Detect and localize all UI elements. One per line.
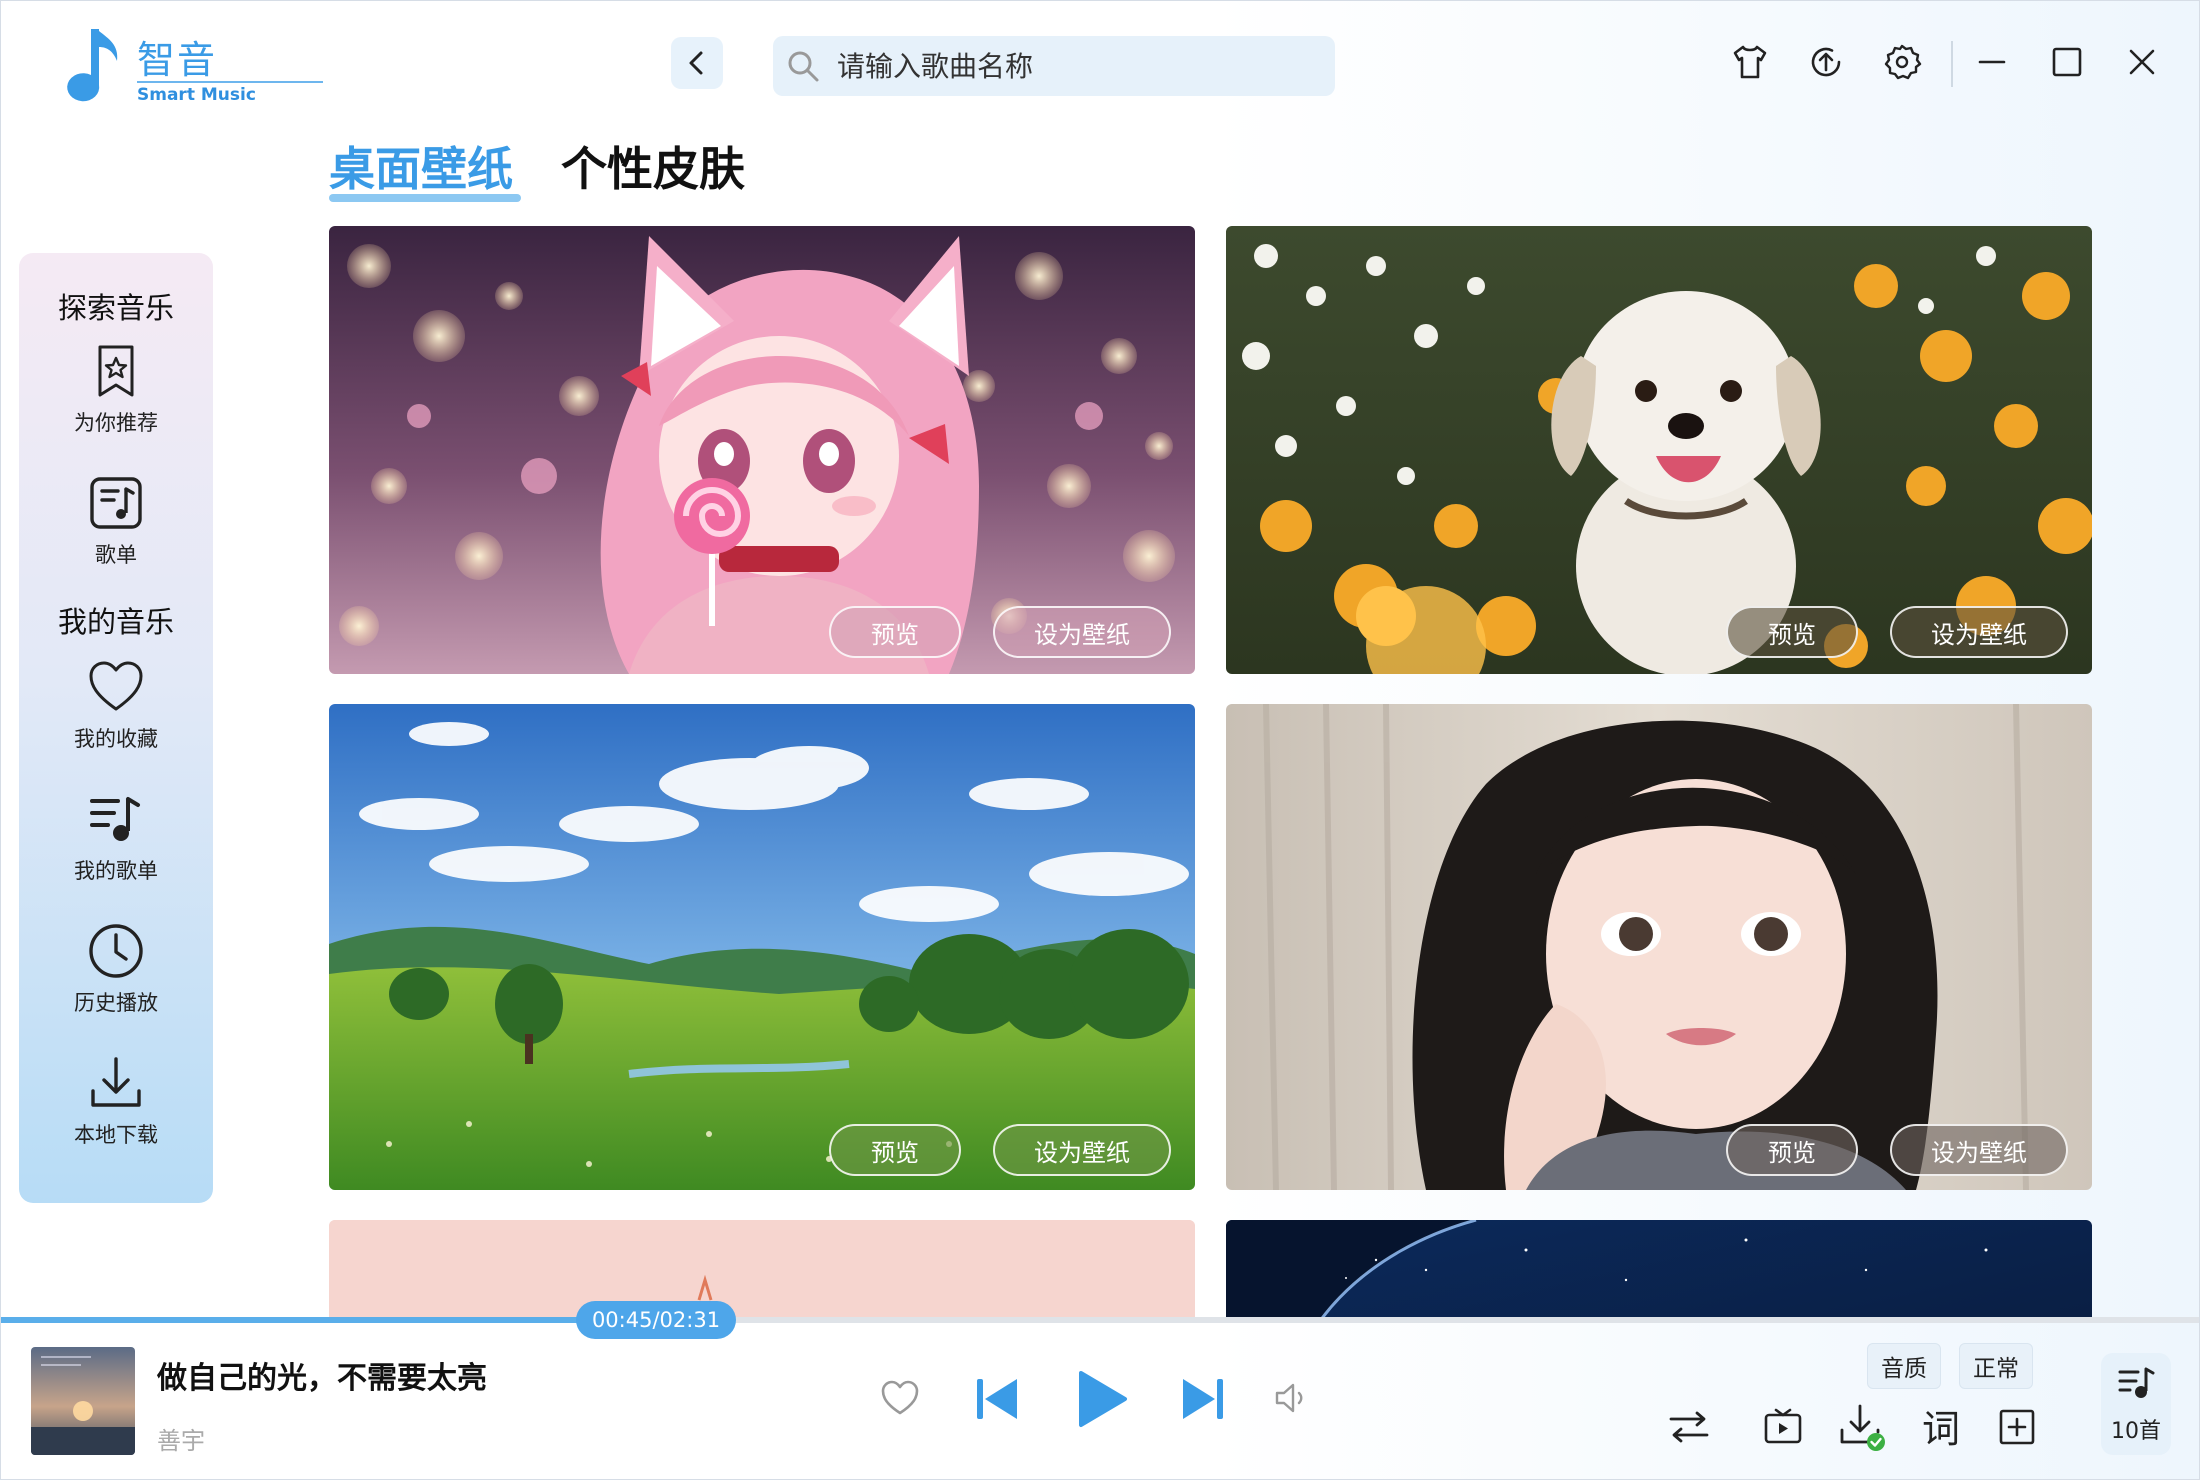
star-bookmark-icon xyxy=(98,345,134,397)
tab-desktop-wallpaper[interactable]: 桌面壁纸 xyxy=(329,133,513,199)
quality-selector[interactable]: 正常 xyxy=(1959,1343,2033,1389)
sidebar-item-playlists[interactable]: 歌单 xyxy=(19,473,213,583)
previous-button[interactable] xyxy=(969,1371,1025,1427)
minimize-icon xyxy=(1978,60,2006,64)
upload-icon xyxy=(1811,47,1841,77)
mv-button[interactable] xyxy=(1759,1403,1807,1451)
search-input[interactable] xyxy=(835,48,1319,84)
wallpaper-image-landscape xyxy=(329,704,1195,1190)
play-button[interactable] xyxy=(1071,1367,1131,1431)
my-playlist-icon xyxy=(90,797,140,841)
app-window: 智音 Smart Music 请输入歌曲名称 桌面壁纸 个性皮肤 探索音乐 为你… xyxy=(0,0,2200,1480)
minimize-button[interactable] xyxy=(1967,37,2017,87)
settings-button[interactable] xyxy=(1877,37,1927,87)
preview-button[interactable]: 预览 xyxy=(1726,1124,1858,1176)
sidebar-item-label: 历史播放 xyxy=(74,991,158,1015)
next-button[interactable] xyxy=(1175,1371,1231,1427)
play-mode-button[interactable] xyxy=(1665,1403,1713,1451)
maximize-button[interactable] xyxy=(2042,37,2092,87)
album-art xyxy=(31,1347,135,1455)
music-list-icon xyxy=(90,477,142,529)
wallpaper-card[interactable] xyxy=(1226,1220,2092,1318)
skin-button[interactable] xyxy=(1725,37,1775,87)
heart-icon xyxy=(89,661,143,711)
sequential-play-icon xyxy=(1669,1411,1709,1443)
heart-icon xyxy=(881,1380,919,1415)
song-artist[interactable]: 善宇 xyxy=(157,1421,205,1456)
sidebar: 探索音乐 为你推荐 歌单 我的音乐 我的收藏 我的歌单 历史播放 本地下载 xyxy=(19,253,213,1203)
header-divider xyxy=(1951,41,1953,87)
search-bar[interactable] xyxy=(773,36,1335,96)
progress-bar[interactable] xyxy=(1,1317,2199,1323)
sidebar-item-recommend[interactable]: 为你推荐 xyxy=(19,341,213,451)
download-done-icon xyxy=(1840,1404,1885,1451)
set-wallpaper-button[interactable]: 设为壁纸 xyxy=(1890,1124,2068,1176)
set-wallpaper-button[interactable]: 设为壁纸 xyxy=(1890,606,2068,658)
like-button[interactable] xyxy=(873,1371,927,1425)
set-wallpaper-button[interactable]: 设为壁纸 xyxy=(993,606,1171,658)
back-button[interactable] xyxy=(671,37,723,89)
chevron-left-icon xyxy=(689,51,703,75)
search-icon xyxy=(783,46,823,86)
sidebar-item-local-downloads[interactable]: 本地下载 xyxy=(19,1053,213,1163)
wallpaper-card[interactable]: 预览 设为壁纸 xyxy=(329,226,1195,674)
volume-button[interactable] xyxy=(1267,1373,1317,1423)
sidebar-item-favorites[interactable]: 我的收藏 xyxy=(19,657,213,767)
skip-next-icon xyxy=(1183,1379,1223,1419)
sidebar-item-label: 本地下载 xyxy=(74,1123,158,1147)
playlist-count: 10首 xyxy=(2111,1419,2161,1444)
sidebar-item-my-playlists[interactable]: 我的歌单 xyxy=(19,789,213,899)
queue-icon xyxy=(2118,1367,2155,1398)
playback-time[interactable]: 00:45/02:31 xyxy=(576,1301,736,1339)
download-icon xyxy=(91,1057,141,1107)
set-wallpaper-button[interactable]: 设为壁纸 xyxy=(993,1124,1171,1176)
progress-fill xyxy=(1,1317,656,1323)
clock-icon xyxy=(89,924,143,978)
maximize-icon xyxy=(2052,47,2082,77)
app-name: 智音 xyxy=(137,38,218,82)
sidebar-item-label: 我的歌单 xyxy=(74,859,158,883)
close-icon xyxy=(2129,49,2155,75)
downloaded-button[interactable] xyxy=(1837,1401,1889,1453)
skin-shirt-icon xyxy=(1733,45,1767,79)
playlist-queue-button[interactable]: 10首 xyxy=(2101,1353,2171,1455)
tab-active-indicator xyxy=(329,194,521,202)
video-icon xyxy=(1764,1408,1802,1444)
wallpaper-card[interactable]: 预览 设为壁纸 xyxy=(1226,704,2092,1190)
lyrics-button[interactable]: 词 xyxy=(1917,1399,1965,1451)
sidebar-item-history[interactable]: 历史播放 xyxy=(19,921,213,1031)
sidebar-item-label: 歌单 xyxy=(95,543,137,567)
wallpaper-card[interactable]: 预览 设为壁纸 xyxy=(329,704,1195,1190)
play-icon xyxy=(1079,1371,1127,1427)
wallpaper-image-portrait xyxy=(1226,704,2092,1190)
upload-button[interactable] xyxy=(1801,37,1851,87)
add-box-icon xyxy=(1999,1409,2035,1445)
gear-icon xyxy=(1884,44,1922,80)
skip-previous-icon xyxy=(977,1379,1017,1419)
wallpaper-image-pink xyxy=(329,1220,1195,1318)
preview-button[interactable]: 预览 xyxy=(829,1124,961,1176)
sidebar-section-my-music: 我的音乐 xyxy=(57,605,174,639)
wallpaper-card[interactable]: 预览 设为壁纸 xyxy=(1226,226,2092,674)
app-subtitle: Smart Music xyxy=(137,85,256,105)
volume-icon xyxy=(1275,1383,1303,1413)
preview-button[interactable]: 预览 xyxy=(1726,606,1858,658)
song-title[interactable]: 做自己的光，不需要太亮 xyxy=(157,1353,487,1397)
wallpaper-image-space xyxy=(1226,1220,2092,1318)
app-logo: 智音 Smart Music xyxy=(61,25,331,111)
add-to-playlist-button[interactable] xyxy=(1993,1403,2041,1451)
quality-label: 音质 xyxy=(1867,1343,1941,1389)
close-button[interactable] xyxy=(2117,37,2167,87)
wallpaper-gallery: 预览 设为壁纸 预览 设为壁纸 预览 设为壁纸 预览 设为壁纸 xyxy=(329,226,2095,1318)
tab-personal-skin[interactable]: 个性皮肤 xyxy=(561,133,745,199)
wallpaper-card[interactable] xyxy=(329,1220,1195,1318)
preview-button[interactable]: 预览 xyxy=(829,606,961,658)
music-note-icon xyxy=(67,29,118,102)
album-cover[interactable] xyxy=(31,1347,135,1455)
sidebar-section-explore: 探索音乐 xyxy=(57,291,174,325)
sidebar-item-label: 我的收藏 xyxy=(74,727,158,751)
sidebar-item-label: 为你推荐 xyxy=(74,411,158,435)
logo-divider xyxy=(137,81,323,83)
